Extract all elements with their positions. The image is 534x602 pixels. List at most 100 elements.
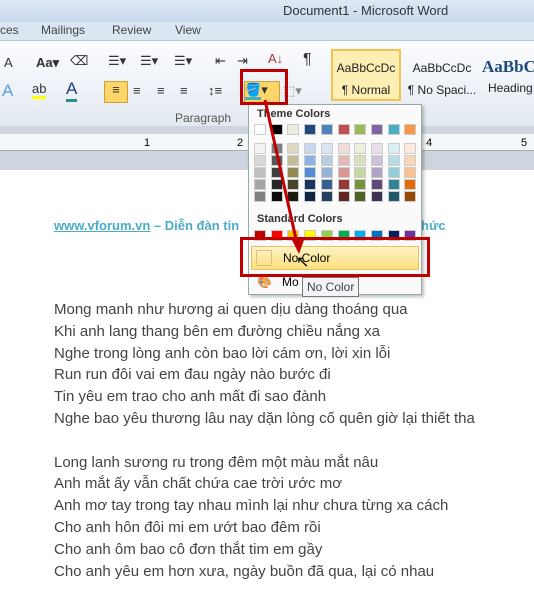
theme-shade-swatch[interactable]: [354, 191, 367, 202]
theme-shade-swatch[interactable]: [337, 143, 350, 154]
theme-shade-swatch[interactable]: [404, 167, 417, 178]
theme-shade-swatch[interactable]: [387, 143, 400, 154]
pilcrow-icon[interactable]: ¶: [303, 51, 312, 69]
theme-shade-swatch[interactable]: [270, 155, 283, 166]
style-label: ¶ Normal: [341, 83, 391, 97]
color-wheel-icon: 🎨: [257, 275, 272, 289]
paragraph-group-label: Paragraph: [175, 111, 232, 125]
standard-colors-header: Standard Colors: [257, 213, 343, 225]
tab-references[interactable]: ces: [0, 23, 19, 37]
theme-shade-swatch[interactable]: [370, 167, 383, 178]
theme-shade-swatch[interactable]: [320, 143, 333, 154]
theme-shade-swatch[interactable]: [354, 167, 367, 178]
theme-shade-swatch[interactable]: [270, 143, 283, 154]
ribbon-tabs: ces Mailings Review View: [0, 22, 534, 40]
theme-shade-swatch[interactable]: [270, 179, 283, 190]
shrink-font-icon[interactable]: A: [4, 55, 13, 70]
tab-mailings[interactable]: Mailings: [41, 23, 85, 37]
multilevel-icon[interactable]: ☰▾: [174, 53, 192, 69]
theme-shade-swatch[interactable]: [304, 179, 317, 190]
text-effects-icon[interactable]: A: [2, 81, 13, 101]
theme-color-swatch[interactable]: [304, 124, 317, 135]
theme-shade-swatch[interactable]: [354, 143, 367, 154]
theme-shade-swatch[interactable]: [287, 167, 300, 178]
theme-shade-swatch[interactable]: [254, 191, 266, 202]
theme-shade-swatch[interactable]: [270, 167, 283, 178]
theme-shade-swatch[interactable]: [320, 167, 333, 178]
theme-shade-swatch[interactable]: [304, 167, 317, 178]
theme-shade-swatch[interactable]: [320, 155, 333, 166]
theme-color-swatch[interactable]: [370, 124, 383, 135]
theme-shade-swatch[interactable]: [287, 179, 300, 190]
theme-shade-swatch[interactable]: [354, 179, 367, 190]
numbering-icon[interactable]: ☰▾: [140, 53, 158, 69]
theme-shade-swatch[interactable]: [320, 191, 333, 202]
theme-color-swatch[interactable]: [387, 124, 400, 135]
increase-indent-icon[interactable]: ⇥: [237, 53, 248, 69]
theme-shade-swatch[interactable]: [404, 143, 417, 154]
document-line: Cho anh ôm bao cô đơn thắt tim em gầy: [54, 540, 323, 558]
theme-shade-swatch[interactable]: [370, 155, 383, 166]
vforum-link[interactable]: www.vforum.vn: [54, 218, 150, 233]
theme-shade-swatch[interactable]: [254, 179, 266, 190]
decrease-indent-icon[interactable]: ⇤: [215, 53, 226, 69]
theme-color-swatch[interactable]: [320, 124, 333, 135]
theme-shade-swatch[interactable]: [337, 179, 350, 190]
highlight-icon[interactable]: ab: [32, 81, 47, 99]
theme-color-swatch[interactable]: [254, 124, 266, 135]
align-center-button[interactable]: ≡: [133, 83, 141, 98]
annotation-box-button: [240, 69, 288, 105]
theme-shade-swatch[interactable]: [320, 179, 333, 190]
theme-color-swatch[interactable]: [337, 124, 350, 135]
theme-shade-swatch[interactable]: [304, 143, 317, 154]
link-text: – Diễn đàn tin: [150, 218, 240, 233]
theme-shade-swatch[interactable]: [337, 155, 350, 166]
tab-view[interactable]: View: [175, 23, 201, 37]
more-colors-label: Mo: [282, 275, 299, 289]
theme-shade-swatch[interactable]: [254, 167, 266, 178]
theme-color-swatch[interactable]: [270, 124, 283, 135]
theme-shade-swatch[interactable]: [370, 191, 383, 202]
theme-shade-swatch[interactable]: [387, 155, 400, 166]
theme-color-swatch[interactable]: [404, 124, 417, 135]
line-spacing-icon[interactable]: ↕≡: [208, 83, 222, 98]
theme-shade-swatch[interactable]: [404, 191, 417, 202]
change-case-icon[interactable]: Aa▾: [36, 55, 59, 71]
theme-shade-swatch[interactable]: [287, 191, 300, 202]
theme-shade-swatch[interactable]: [404, 179, 417, 190]
clear-format-icon[interactable]: ⌫: [70, 53, 88, 69]
theme-shade-swatch[interactable]: [387, 179, 400, 190]
theme-shade-swatch[interactable]: [387, 167, 400, 178]
theme-shade-swatch[interactable]: [370, 179, 383, 190]
font-color-icon[interactable]: A: [66, 79, 78, 102]
theme-shade-swatch[interactable]: [370, 143, 383, 154]
tab-review[interactable]: Review: [112, 23, 151, 37]
theme-colors-header: Theme Colors: [257, 108, 331, 120]
justify-button[interactable]: ≡: [180, 83, 188, 98]
theme-shade-swatch[interactable]: [254, 155, 266, 166]
theme-shade-swatch[interactable]: [337, 191, 350, 202]
theme-shade-swatch[interactable]: [287, 155, 300, 166]
bullets-icon[interactable]: ☰▾: [108, 53, 126, 69]
style-normal[interactable]: AaBbCcDc ¶ Normal: [331, 49, 401, 101]
align-left-button[interactable]: ≡: [104, 81, 128, 103]
style-no-spacing[interactable]: AaBbCcDc ¶ No Spaci...: [404, 49, 480, 101]
link-text-tail: hức: [421, 218, 446, 233]
align-right-button[interactable]: ≡: [157, 83, 165, 98]
theme-color-swatch[interactable]: [354, 124, 367, 135]
style-heading1[interactable]: AaBbC Heading 1: [482, 49, 534, 101]
theme-shade-swatch[interactable]: [387, 191, 400, 202]
theme-color-swatch[interactable]: [287, 124, 300, 135]
theme-shade-swatch[interactable]: [304, 191, 317, 202]
theme-shade-swatch[interactable]: [337, 167, 350, 178]
theme-shade-swatch[interactable]: [287, 143, 300, 154]
sort-icon[interactable]: A↓: [268, 51, 283, 66]
document-line: Tin yêu em trao cho anh mất đi sao đành: [54, 388, 327, 406]
ruler-tick: 2: [237, 137, 244, 149]
window-title: Document1 - Microsoft Word: [283, 3, 449, 18]
theme-shade-swatch[interactable]: [404, 155, 417, 166]
theme-shade-swatch[interactable]: [354, 155, 367, 166]
theme-shade-swatch[interactable]: [270, 191, 283, 202]
theme-shade-swatch[interactable]: [254, 143, 266, 154]
theme-shade-swatch[interactable]: [304, 155, 317, 166]
